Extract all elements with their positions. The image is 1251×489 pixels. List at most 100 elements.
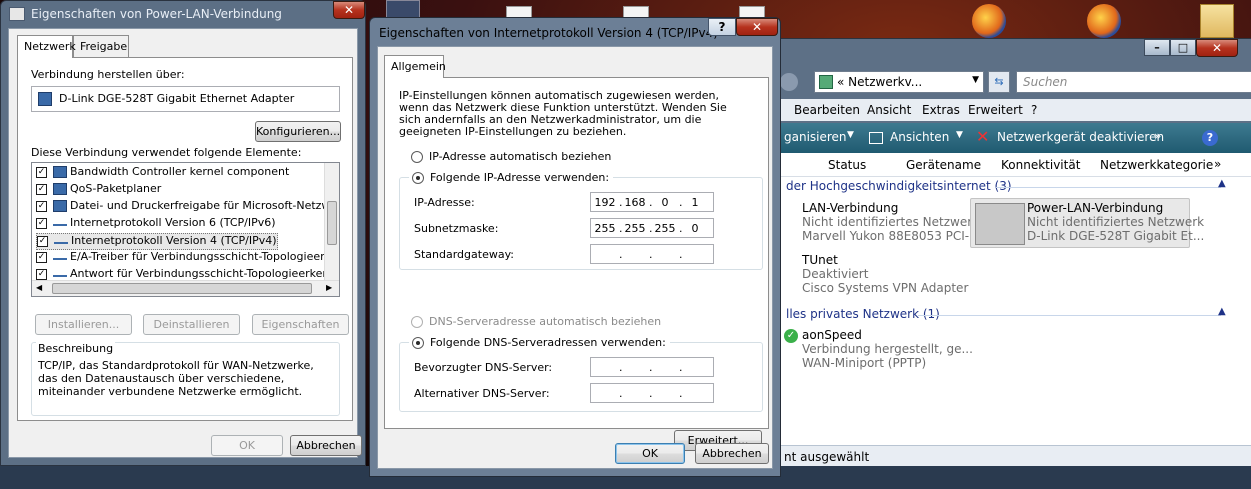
subnet-mask-input[interactable]: 255. 255. 255. 0 xyxy=(590,218,714,238)
help-icon[interactable]: ? xyxy=(1202,130,1218,146)
more-columns-icon[interactable]: » xyxy=(1214,157,1221,171)
views-button[interactable]: Ansichten xyxy=(890,130,949,144)
address-bar[interactable]: « Netzwerkv... ▼ xyxy=(814,71,984,93)
list-item[interactable]: ✓ QoS-Paketplaner xyxy=(36,182,161,199)
configure-button[interactable]: Konfigurieren... xyxy=(255,121,341,142)
auto-ip-label[interactable]: IP-Adresse automatisch beziehen xyxy=(429,150,611,163)
firefox-icon[interactable] xyxy=(972,4,1006,38)
lan-connection-item[interactable]: LAN-Verbindung Nicht identifiziertes Net… xyxy=(802,201,981,243)
manual-dns-radio[interactable] xyxy=(412,337,424,349)
tab-freigabe[interactable]: Freigabe xyxy=(73,35,129,57)
auto-dns-label[interactable]: DNS-Serveradresse automatisch beziehen xyxy=(429,315,661,328)
menu-help[interactable]: ? xyxy=(1031,103,1037,117)
preferred-dns-input[interactable]: ... xyxy=(590,357,714,377)
menu-ansicht[interactable]: Ansicht xyxy=(867,103,911,117)
chevron-down-icon[interactable]: ▼ xyxy=(972,75,979,85)
item-status: Deaktiviert xyxy=(802,267,869,281)
col-category[interactable]: Netzwerkkategorie xyxy=(1100,158,1213,172)
more-icon[interactable]: » xyxy=(1154,129,1161,143)
connections-list: der Hochgeschwindigkeitsinternet (3) ▲ L… xyxy=(778,177,1251,445)
ip-address-input[interactable]: 192. 168. 0. 1 xyxy=(590,192,714,212)
vertical-scrollbar[interactable] xyxy=(324,163,339,280)
list-item[interactable]: ✓ Datei- und Druckerfreigabe für Microsof… xyxy=(36,199,340,216)
adapter-name: D-Link DGE-528T Gigabit Ethernet Adapter xyxy=(59,92,295,105)
manual-ip-label[interactable]: Folgende IP-Adresse verwenden: xyxy=(426,171,614,184)
scroll-right-icon[interactable]: ▶ xyxy=(326,283,332,292)
manual-ip-radio[interactable] xyxy=(412,172,424,184)
checkbox[interactable]: ✓ xyxy=(37,235,48,247)
description-title: Beschreibung xyxy=(36,342,116,355)
close-button[interactable]: ✕ xyxy=(1196,39,1238,57)
col-status[interactable]: Status xyxy=(828,158,866,172)
title-bar: Eigenschaften von Internetprotokoll Vers… xyxy=(370,18,780,46)
uninstall-button[interactable]: Deinstallieren xyxy=(143,314,240,335)
menu-extras[interactable]: Extras xyxy=(922,103,960,117)
auto-dns-radio[interactable] xyxy=(411,316,423,328)
scroll-left-icon[interactable]: ◀ xyxy=(36,283,42,292)
manual-dns-label[interactable]: Folgende DNS-Serveradressen verwenden: xyxy=(426,336,670,349)
install-button[interactable]: Installieren... xyxy=(35,314,132,335)
cancel-button[interactable]: Abbrechen xyxy=(695,443,769,464)
ip-octet: 0 xyxy=(661,196,669,209)
protocol-icon xyxy=(53,254,67,260)
ip-octet: 168 xyxy=(624,196,646,209)
item-label: Datei- und Druckerfreigabe für Microsoft… xyxy=(70,199,340,212)
firefox-icon[interactable] xyxy=(1087,4,1121,38)
search-input[interactable]: Suchen xyxy=(1016,71,1251,93)
refresh-icon[interactable]: ⇆ xyxy=(988,71,1010,93)
collapse-icon[interactable]: ▲ xyxy=(1218,178,1226,189)
gateway-input[interactable]: ... xyxy=(590,244,714,264)
group-header-internet[interactable]: der Hochgeschwindigkeitsinternet (3) xyxy=(786,179,1012,193)
group-header-private[interactable]: lles privates Netzwerk (1) xyxy=(786,307,940,321)
maximize-button[interactable]: □ xyxy=(1170,39,1196,56)
tab-netzwerk[interactable]: Netzwerk xyxy=(17,35,76,58)
item-adapter: WAN-Miniport (PPTP) xyxy=(802,356,927,370)
power-lan-item[interactable]: Power-LAN-Verbindung Nicht identifiziert… xyxy=(970,198,1204,248)
menu-erweitert[interactable]: Erweitert xyxy=(968,103,1023,117)
checkbox[interactable]: ✓ xyxy=(36,200,47,212)
cancel-button[interactable]: Abbrechen xyxy=(290,435,362,456)
connect-label: Verbindung herstellen über: xyxy=(31,68,185,81)
checkbox[interactable]: ✓ xyxy=(36,183,47,195)
alternate-dns-input[interactable]: ... xyxy=(590,383,714,403)
list-item[interactable]: ✓ E/A-Treiber für Verbindungsschicht-Topo… xyxy=(36,250,339,267)
col-devicename[interactable]: Gerätename xyxy=(906,158,981,172)
scroll-thumb[interactable] xyxy=(327,201,337,245)
elements-list[interactable]: ✓ Bandwidth Controller kernel component ✓… xyxy=(31,162,340,297)
ok-button[interactable]: OK xyxy=(211,435,283,456)
horizontal-scrollbar[interactable]: ◀ ▶ xyxy=(32,280,339,296)
menu-bearbeiten[interactable]: Bearbeiten xyxy=(794,103,860,117)
list-item[interactable]: ✓ Internetprotokoll Version 4 (TCP/IPv4) xyxy=(36,233,278,250)
aonspeed-item[interactable]: aonSpeed Verbindung hergestellt, ge... W… xyxy=(802,328,973,370)
disable-device-button[interactable]: Netzwerkgerät deaktivieren xyxy=(997,130,1164,144)
folder-icon[interactable] xyxy=(1200,4,1234,38)
checkbox[interactable]: ✓ xyxy=(36,217,47,229)
checkbox[interactable]: ✓ xyxy=(36,251,47,263)
checkbox[interactable]: ✓ xyxy=(36,268,47,280)
description-text: TCP/IP, das Standardprotokoll für WAN-Ne… xyxy=(38,359,314,398)
protocol-icon xyxy=(53,220,67,226)
checkbox[interactable]: ✓ xyxy=(36,166,47,178)
list-item[interactable]: ✓ Bandwidth Controller kernel component xyxy=(36,165,289,182)
item-name: TUnet xyxy=(802,253,838,267)
auto-ip-radio[interactable] xyxy=(411,151,423,163)
ip-address-label: IP-Adresse: xyxy=(414,196,475,209)
help-button[interactable]: ? xyxy=(708,18,736,36)
list-item[interactable]: ✓ Internetprotokoll Version 6 (TCP/IPv6) xyxy=(36,216,276,233)
scroll-thumb[interactable] xyxy=(52,283,312,294)
close-button[interactable]: ✕ xyxy=(333,1,365,19)
status-bar: nt ausgewählt xyxy=(778,445,1251,467)
properties-button[interactable]: Eigenschaften xyxy=(252,314,349,335)
collapse-icon[interactable]: ▲ xyxy=(1218,306,1226,317)
col-connectivity[interactable]: Konnektivität xyxy=(1001,158,1080,172)
mask-octet: 255 xyxy=(624,222,646,235)
organize-button[interactable]: ganisieren xyxy=(784,130,847,144)
minimize-button[interactable]: – xyxy=(1144,39,1170,56)
mask-octet: 255 xyxy=(594,222,616,235)
back-icon[interactable] xyxy=(780,73,798,91)
tab-allgemein[interactable]: Allgemein xyxy=(384,55,446,78)
ok-button[interactable]: OK xyxy=(615,443,685,464)
tab-panel: Verbindung herstellen über: D-Link DGE-5… xyxy=(17,57,353,421)
close-button[interactable]: ✕ xyxy=(736,18,778,36)
tunet-item[interactable]: TUnet Deaktiviert Cisco Systems VPN Adap… xyxy=(802,253,968,295)
